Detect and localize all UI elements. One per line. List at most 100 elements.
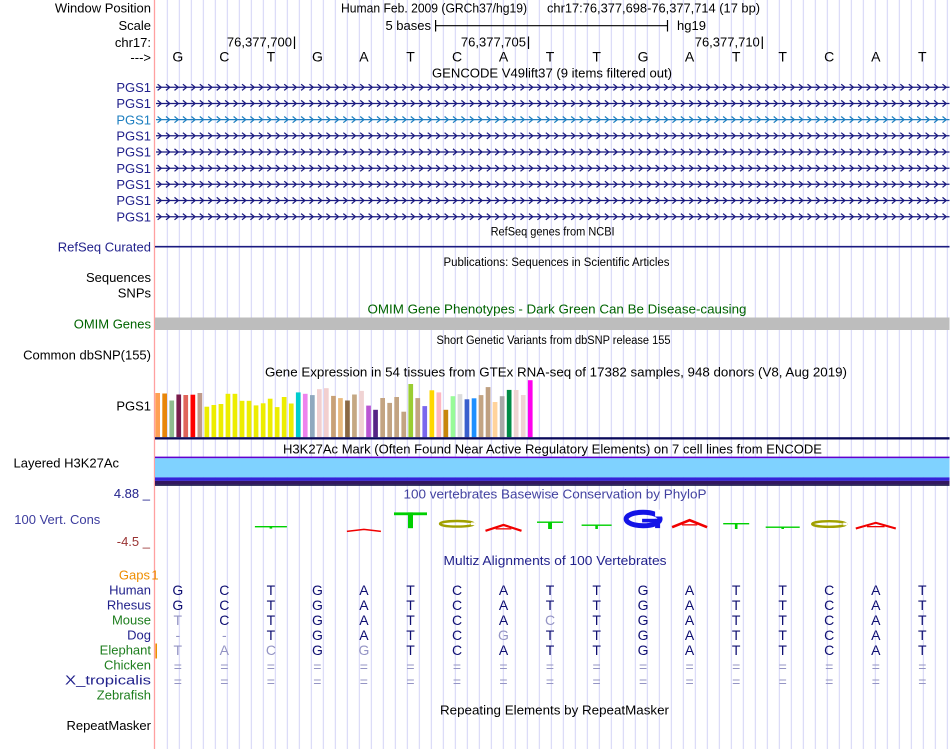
svg-text:Window Position: Window Position (55, 1, 151, 16)
svg-text:C: C (219, 597, 229, 613)
svg-text:T: T (267, 582, 276, 598)
svg-text:G: G (498, 627, 509, 643)
svg-text:T: T (778, 582, 787, 598)
svg-text:A: A (871, 582, 881, 598)
svg-text:=: = (499, 659, 507, 675)
svg-text:C: C (545, 612, 555, 628)
svg-text:=: = (825, 659, 833, 675)
svg-text:A: A (359, 597, 369, 613)
svg-text:G: G (638, 642, 649, 658)
svg-text:A: A (685, 612, 695, 628)
svg-text:A: A (359, 48, 369, 64)
svg-text:76,377,705: 76,377,705 (461, 35, 526, 50)
svg-text:T: T (267, 48, 276, 64)
svg-text:Zebrafish: Zebrafish (97, 688, 151, 703)
svg-text:=: = (593, 674, 601, 690)
svg-text:T: T (778, 597, 787, 613)
svg-text:=: = (872, 674, 880, 690)
svg-text:T: T (267, 612, 276, 628)
svg-text:A: A (499, 48, 509, 64)
svg-text:C: C (824, 627, 834, 643)
svg-text:=: = (453, 659, 461, 675)
svg-text:=: = (406, 674, 414, 690)
svg-text:C: C (824, 582, 834, 598)
svg-text:76,377,710: 76,377,710 (695, 35, 760, 50)
svg-text:=: = (825, 674, 833, 690)
svg-text:G: G (172, 597, 183, 613)
svg-text:Chicken: Chicken (104, 658, 151, 673)
svg-text:=: = (779, 659, 787, 675)
svg-text:OMIM Genes: OMIM Genes (74, 317, 152, 332)
svg-text:Rhesus: Rhesus (107, 598, 152, 613)
svg-text:=: = (453, 674, 461, 690)
svg-text:=: = (686, 674, 694, 690)
svg-text:1: 1 (151, 568, 158, 583)
svg-text:T: T (918, 627, 927, 643)
svg-text:Common dbSNP(155): Common dbSNP(155) (23, 348, 151, 363)
svg-text:G: G (638, 48, 649, 64)
svg-text:T: T (732, 627, 741, 643)
svg-text:=: = (406, 659, 414, 675)
svg-text:Repeating Elements by RepeatMa: Repeating Elements by RepeatMasker (440, 702, 670, 717)
svg-text:A: A (871, 597, 881, 613)
svg-text:T: T (732, 597, 741, 613)
svg-text:=: = (686, 659, 694, 675)
svg-text:C: C (452, 597, 462, 613)
svg-text:=: = (499, 674, 507, 690)
svg-text:PGS1: PGS1 (116, 177, 151, 192)
svg-text:A: A (685, 627, 695, 643)
svg-text:A: A (871, 627, 881, 643)
svg-text:A: A (685, 597, 695, 613)
svg-text:100 Vert. Cons: 100 Vert. Cons (14, 512, 100, 527)
svg-text:T: T (918, 48, 927, 64)
svg-text:=: = (732, 674, 740, 690)
svg-text:=: = (174, 659, 182, 675)
svg-text:G: G (638, 612, 649, 628)
svg-text:-4.5 _: -4.5 _ (117, 534, 151, 549)
svg-text:=: = (313, 674, 321, 690)
svg-text:T: T (732, 48, 741, 64)
svg-text:A: A (499, 582, 509, 598)
svg-text:G: G (172, 582, 183, 598)
svg-text:SNPs: SNPs (118, 286, 152, 301)
svg-text:Gene Expression in 54 tissues: Gene Expression in 54 tissues from GTEx … (265, 365, 847, 380)
svg-text:A: A (685, 48, 695, 64)
svg-text:T: T (592, 627, 601, 643)
svg-text:Mouse: Mouse (112, 613, 151, 628)
svg-text:G: G (312, 582, 323, 598)
svg-text:C: C (824, 642, 834, 658)
svg-text:Gaps: Gaps (119, 568, 151, 583)
svg-text:G: G (312, 48, 323, 64)
svg-text:T: T (778, 48, 787, 64)
svg-text:chr17:: chr17: (115, 35, 151, 50)
svg-text:T: T (592, 642, 601, 658)
svg-text:X_tropicalis: X_tropicalis (65, 673, 152, 688)
svg-text:T: T (778, 627, 787, 643)
svg-text:Human Feb. 2009 (GRCh37/hg19): Human Feb. 2009 (GRCh37/hg19) (341, 1, 527, 16)
svg-text:Publications: Sequences in Sci: Publications: Sequences in Scientific Ar… (444, 257, 670, 269)
svg-text:=: = (546, 674, 554, 690)
svg-text:Layered H3K27Ac: Layered H3K27Ac (14, 456, 120, 471)
svg-text:Short Genetic Variants from db: Short Genetic Variants from dbSNP releas… (437, 335, 671, 347)
svg-text:--->: ---> (130, 50, 151, 65)
svg-text:C: C (219, 612, 229, 628)
svg-text:=: = (267, 659, 275, 675)
svg-text:PGS1: PGS1 (116, 161, 151, 176)
svg-text:T: T (778, 612, 787, 628)
svg-text:C: C (824, 597, 834, 613)
svg-text:GENCODE V49lift37 (9 items fil: GENCODE V49lift37 (9 items filtered out) (432, 66, 672, 81)
svg-text:T: T (918, 582, 927, 598)
svg-text:A: A (499, 642, 509, 658)
svg-text:Human: Human (109, 583, 151, 598)
svg-text:T: T (546, 597, 555, 613)
svg-text:A: A (359, 582, 369, 598)
svg-text:4.88 _: 4.88 _ (114, 486, 151, 501)
svg-text:PGS1: PGS1 (116, 80, 151, 95)
svg-text:100 vertebrates Basewise Conse: 100 vertebrates Basewise Conservation by… (404, 486, 707, 501)
svg-text:=: = (360, 674, 368, 690)
svg-text:chr17:76,377,698-76,377,714 (1: chr17:76,377,698-76,377,714 (17 bp) (547, 1, 760, 16)
svg-text:5 bases: 5 bases (385, 18, 431, 33)
svg-text:RefSeq genes from NCBI: RefSeq genes from NCBI (491, 227, 615, 239)
svg-text:A: A (871, 612, 881, 628)
svg-text:=: = (360, 659, 368, 675)
